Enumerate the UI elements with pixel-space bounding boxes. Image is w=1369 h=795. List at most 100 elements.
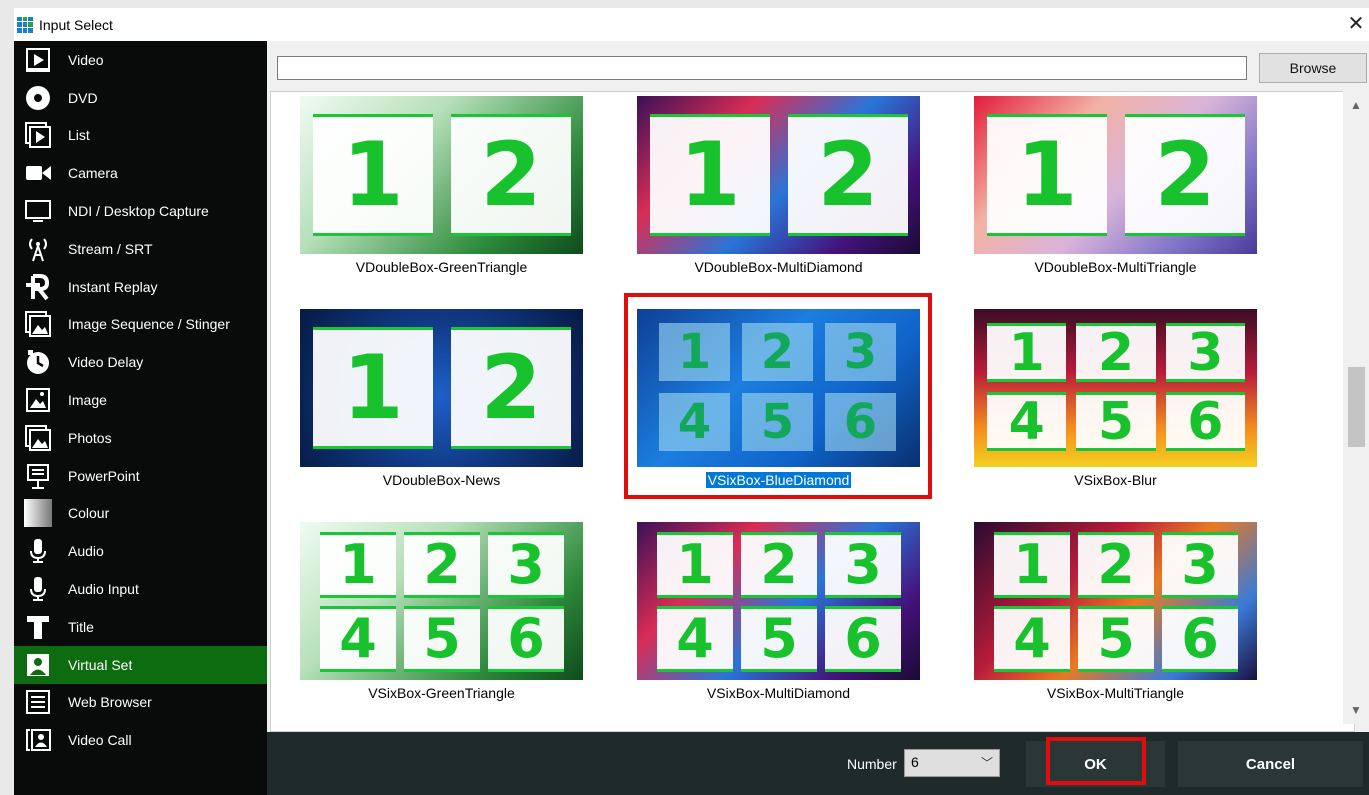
template-thumbnail: 1 2 (637, 96, 920, 254)
sidebar-item-audio[interactable]: Audio (14, 532, 267, 570)
box-number: 1 (313, 327, 433, 449)
stream-icon (23, 234, 53, 264)
sidebar-item-colour[interactable]: Colour (14, 495, 267, 533)
box-number: 3 (825, 323, 896, 381)
sidebar-item-label: Audio Input (68, 581, 139, 598)
box-number: 2 (742, 323, 813, 381)
template-thumbnail: 1 2 (300, 96, 583, 254)
colour-icon (23, 498, 53, 528)
number-label: Number (847, 756, 897, 772)
template-thumbnail: 1 2 3 4 5 6 (974, 309, 1257, 467)
template-thumbnail: 1 2 (300, 309, 583, 467)
sidebar-item-audio-input[interactable]: Audio Input (14, 570, 267, 608)
box-number: 6 (1162, 606, 1238, 672)
sidebar-item-video[interactable]: Video (14, 41, 267, 79)
box-number: 1 (657, 532, 733, 598)
vertical-scrollbar[interactable]: ▲ ▼ (1343, 91, 1369, 724)
sidebar-item-label: Image Sequence / Stinger (68, 316, 230, 333)
box-number: 6 (1165, 392, 1245, 451)
virtual-set-icon (23, 650, 53, 680)
sidebar-item-web-browser[interactable]: Web Browser (14, 684, 267, 722)
video-delay-icon (23, 347, 53, 377)
box-number: 2 (451, 114, 571, 236)
replay-icon (23, 272, 53, 302)
sidebar-item-label: Stream / SRT (68, 240, 153, 257)
video-call-icon (23, 725, 53, 755)
template-tile[interactable]: 1 2 3 4 5 6 VSixBox-MultiDiamond (637, 522, 920, 705)
box-number: 2 (1076, 323, 1156, 382)
chevron-down-icon[interactable]: ▼ (1343, 700, 1369, 720)
sidebar-item-label: Video Call (68, 732, 132, 749)
box-number: 5 (742, 393, 813, 451)
desktop-icon (23, 196, 53, 226)
template-label: VDoubleBox-MultiTriangle (1034, 259, 1197, 275)
sidebar-item-image[interactable]: Image (14, 381, 267, 419)
box-number: 6 (825, 393, 896, 451)
template-label: VSixBox-BlueDiamond (704, 471, 853, 489)
box-number: 2 (741, 532, 817, 598)
sidebar-item-dvd[interactable]: DVD (14, 79, 267, 117)
chevron-down-icon: ﹀ (980, 756, 993, 770)
scrollbar-thumb[interactable] (1348, 367, 1365, 447)
sidebar-item-powerpoint[interactable]: PowerPoint (14, 457, 267, 495)
template-tile[interactable]: 1 2 VDoubleBox-MultiTriangle (974, 96, 1257, 279)
template-tile[interactable]: 1 2 3 4 5 6 VSixBox-Blur (974, 309, 1257, 492)
sidebar-item-label: Camera (68, 165, 118, 182)
box-number: 4 (987, 392, 1067, 451)
template-tile[interactable]: 1 2 VDoubleBox-MultiDiamond (637, 96, 920, 279)
template-label: VSixBox-MultiDiamond (706, 685, 851, 701)
sidebar-item-label: Virtual Set (68, 656, 133, 673)
box-number: 1 (994, 532, 1070, 598)
number-select[interactable]: 6 ﹀ (904, 749, 1000, 777)
box-number: 5 (1076, 392, 1156, 451)
sidebar-item-label: Photos (68, 429, 112, 446)
template-label: VSixBox-GreenTriangle (368, 685, 515, 701)
sidebar-item-label: List (68, 127, 90, 144)
template-thumbnail: 1 2 (974, 96, 1257, 254)
box-number: 4 (320, 606, 396, 672)
box-number: 1 (659, 323, 730, 381)
cancel-button[interactable]: Cancel (1178, 741, 1363, 787)
sidebar-item-video-call[interactable]: Video Call (14, 721, 267, 759)
path-input[interactable] (277, 56, 1247, 80)
ok-button[interactable]: OK (1026, 741, 1165, 787)
sidebar-item-instant-replay[interactable]: Instant Replay (14, 268, 267, 306)
chevron-up-icon[interactable]: ▲ (1343, 95, 1369, 115)
sidebar-item-label: Instant Replay (68, 278, 158, 295)
template-tile[interactable]: 1 2 3 4 5 6 VSixBox-MultiTriangle (974, 522, 1257, 705)
template-tile[interactable]: 1 2 VDoubleBox-GreenTriangle (300, 96, 583, 279)
box-number: 6 (825, 606, 901, 672)
box-number: 2 (1125, 114, 1245, 236)
sidebar-item-camera[interactable]: Camera (14, 154, 267, 192)
audio-input-icon (23, 574, 53, 604)
template-tile[interactable]: 1 2 3 4 5 6 VSixBox-BlueDiamond (637, 309, 920, 492)
sidebar-item-video-delay[interactable]: Video Delay (14, 343, 267, 381)
window-title: Input Select (39, 16, 113, 33)
sidebar-item-image-sequence-stinger[interactable]: Image Sequence / Stinger (14, 306, 267, 344)
template-thumbnail: 1 2 3 4 5 6 (300, 522, 583, 680)
sidebar-item-virtual-set[interactable]: Virtual Set (14, 645, 267, 684)
browse-button[interactable]: Browse (1259, 53, 1367, 83)
number-value: 6 (911, 754, 919, 770)
box-number: 4 (994, 606, 1070, 672)
template-tile[interactable]: 1 2 VDoubleBox-News (300, 309, 583, 492)
sidebar-item-photos[interactable]: Photos (14, 419, 267, 457)
audio-icon (23, 536, 53, 566)
box-number: 2 (451, 327, 571, 449)
template-thumbnail: 1 2 3 4 5 6 (974, 522, 1257, 680)
powerpoint-icon (23, 461, 53, 491)
close-icon[interactable]: ✕ (1345, 13, 1367, 35)
template-thumbnail: 1 2 3 4 5 6 (637, 309, 920, 467)
sidebar-item-list[interactable]: List (14, 117, 267, 155)
box-number: 6 (488, 606, 564, 672)
sidebar-item-label: Web Browser (68, 694, 152, 711)
sidebar-item-stream-srt[interactable]: Stream / SRT (14, 230, 267, 268)
sidebar-item-label: Video (68, 51, 104, 68)
input-type-sidebar: Video DVD List Camera NDI / Desktop Capt… (14, 41, 267, 795)
template-tile[interactable]: 1 2 3 4 5 6 VSixBox-GreenTriangle (300, 522, 583, 705)
box-number: 2 (404, 532, 480, 598)
video-icon (23, 45, 53, 75)
sidebar-item-ndi-desktop-capture[interactable]: NDI / Desktop Capture (14, 192, 267, 230)
template-label: VSixBox-Blur (1074, 472, 1157, 488)
sidebar-item-title[interactable]: Title (14, 608, 267, 646)
